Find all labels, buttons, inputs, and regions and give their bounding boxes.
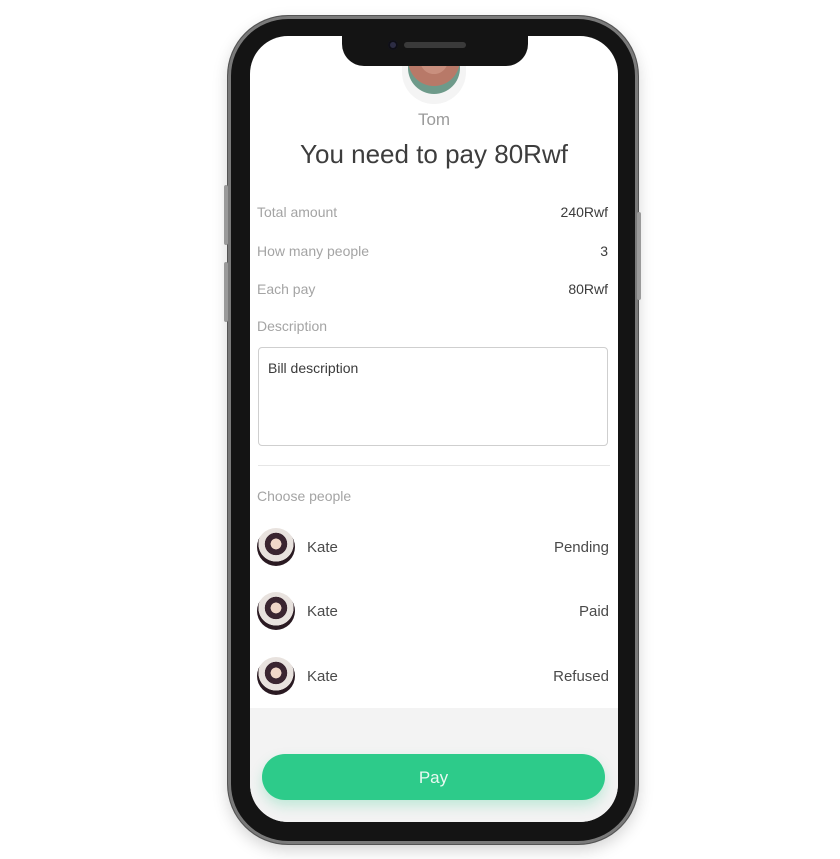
divider [258, 465, 610, 466]
people-count-value: 3 [600, 243, 608, 259]
description-field[interactable]: Bill description [258, 347, 608, 446]
description-label: Description [257, 318, 328, 334]
volume-down-button [224, 262, 228, 322]
user-name: Tom [417, 110, 451, 129]
status-badge: Refused [553, 668, 609, 685]
each-pay-label: Each pay [257, 281, 316, 297]
total-amount-label: Total amount [257, 204, 338, 220]
person-name: Kate [307, 668, 338, 685]
avatar [257, 592, 295, 630]
person-name: Kate [307, 539, 338, 556]
pay-button[interactable]: Pay [262, 754, 605, 800]
list-item[interactable]: Kate Refused [257, 657, 609, 695]
choose-people-label: Choose people [257, 488, 352, 504]
avatar [257, 657, 295, 695]
volume-up-button [224, 185, 228, 245]
people-count-label: How many people [257, 243, 370, 259]
notch [342, 34, 528, 66]
each-pay-value: 80Rwf [568, 281, 608, 297]
status-badge: Pending [553, 539, 609, 556]
status-badge: Paid [578, 603, 609, 620]
total-amount-value: 240Rwf [560, 204, 608, 220]
page-title: You need to pay 80Rwf [300, 139, 568, 169]
power-button [637, 212, 641, 300]
person-name: Kate [307, 603, 338, 620]
list-item[interactable]: Kate Pending [257, 528, 609, 566]
list-item[interactable]: Kate Paid [257, 592, 609, 630]
camera-icon [388, 40, 398, 50]
avatar [257, 528, 295, 566]
speaker-grille [404, 42, 466, 48]
